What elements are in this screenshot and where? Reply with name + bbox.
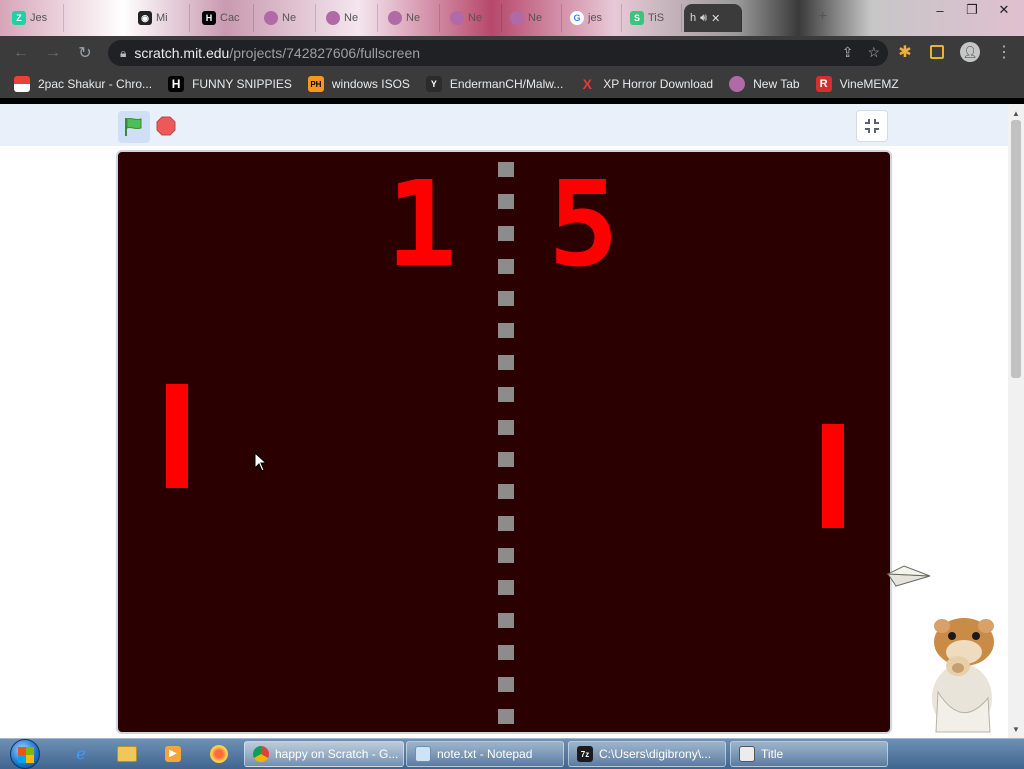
bookmark-vinememz[interactable]: R VineMEMZ [815,76,899,92]
tab-2[interactable]: ◉ Mi [132,4,190,32]
task-notepad[interactable]: note.txt - Notepad [406,741,564,767]
tab-4[interactable]: Ne [258,4,316,32]
tab-6[interactable]: Ne [382,4,440,32]
scroll-down-icon[interactable]: ▼ [1008,722,1024,736]
tab-9[interactable]: G jes [564,4,622,32]
paper-airplane-icon [886,565,931,587]
youtube-icon: Y [425,76,442,92]
close-tab-icon[interactable]: ✕ [711,12,720,25]
window-icon [739,746,755,762]
start-button[interactable] [8,739,42,769]
tab-5[interactable]: Ne [320,4,378,32]
toolbar-right: ✱ 👤︎ ⋮ [896,42,1012,62]
bookmark-xp-horror[interactable]: X XP Horror Download [579,76,714,92]
bookmark-funny-snippies[interactable]: H FUNNY SNIPPIES [168,76,292,92]
planet-icon [510,11,524,25]
stamp-icon: S [630,11,644,25]
star-icon[interactable]: ☆ [867,44,880,61]
stop-button[interactable] [156,116,176,136]
back-arrow-icon[interactable]: ← [10,42,32,64]
score-right: 5 [548,155,620,293]
address-bar[interactable]: 🔒︎ scratch.mit.edu/projects/742827606/fu… [108,40,888,66]
new-tab-button[interactable]: + [818,8,827,26]
zap-icon: Z [12,11,26,25]
x-icon: X [582,76,592,92]
extensions-icon[interactable]: ✱ [896,43,914,61]
tab-7[interactable]: Ne [444,4,502,32]
task-chrome[interactable]: happy on Scratch - G... [244,741,404,767]
notepad-icon [415,746,431,762]
planet-icon [450,11,464,25]
browser-toolbar: ← → ↻ 🔒︎ scratch.mit.edu/projects/742827… [0,36,1024,70]
bookmark-new-tab[interactable]: New Tab [729,76,800,92]
center-net [498,162,514,732]
lock-icon: 🔒︎ [120,45,127,60]
tab-active[interactable]: h 🔊︎ ✕ [684,4,742,32]
chrome-icon [253,746,269,762]
github-icon: ◉ [138,11,152,25]
store-icon [14,76,30,92]
left-paddle [166,384,188,488]
side-panel-icon[interactable] [930,45,944,59]
bookmarks-bar: 2pac Shakur - Chro... H FUNNY SNIPPIES P… [0,70,1024,99]
bookmark-windows-isos[interactable]: PH windows ISOS [307,76,410,92]
planet-icon [326,11,340,25]
planet-icon [264,11,278,25]
file-explorer-icon[interactable] [112,742,142,766]
7zip-icon: 7z [577,746,593,762]
bookmark-2pac[interactable]: 2pac Shakur - Chro... [14,76,152,92]
windows-logo-icon [10,739,40,769]
tab-10[interactable]: S TiS [624,4,682,32]
ph-icon: PH [307,76,324,92]
game-stage[interactable]: 1 5 [116,150,892,734]
score-left: 1 [386,155,458,293]
paint-icon[interactable] [204,742,234,766]
tab-8[interactable]: Ne [504,4,562,32]
exit-fullscreen-button[interactable] [856,110,888,142]
h-icon: H [168,76,185,92]
menu-icon[interactable]: ⋮ [996,42,1012,62]
windows-taskbar: ℯ ▶ happy on Scratch - G... note.txt - N… [0,738,1024,769]
share-icon[interactable]: ⇪ [842,44,854,61]
mouse-cursor-icon [254,452,268,472]
green-flag-button[interactable] [118,111,150,143]
maximize-icon[interactable]: ❐ [956,0,988,20]
hamster-mascot-icon [932,618,994,733]
h-icon: H [202,11,216,25]
tab-3[interactable]: H Cac [196,4,254,32]
planet-icon [388,11,402,25]
address-actions: ⇪ ☆ [842,44,880,61]
page-scrollbar[interactable]: ▲ ▼ [1008,104,1024,738]
task-7zip[interactable]: 7z C:\Users\digibrony\... [568,741,726,767]
bookmark-endermanch[interactable]: Y EndermanCH/Malw... [425,76,563,92]
right-paddle [822,424,844,528]
scratch-fullscreen-page: 1 5 [0,104,1008,738]
scroll-up-icon[interactable]: ▲ [1008,106,1024,120]
tab-1[interactable]: Z Jes [6,4,64,32]
r-icon: R [815,76,832,92]
speaker-icon: 🔊︎ [700,11,708,24]
scroll-thumb[interactable] [1011,120,1021,378]
media-player-icon[interactable]: ▶ [158,742,188,766]
green-flag-icon [125,117,142,136]
internet-explorer-icon[interactable]: ℯ [66,742,96,766]
project-controls [0,104,1008,146]
task-title-window[interactable]: Title [730,741,888,767]
tab-strip: Z Jes ◉ Mi H Cac Ne Ne Ne Ne Ne G jes S … [0,0,1024,36]
planet-icon [729,76,746,92]
minimize-icon[interactable]: – [924,0,956,20]
window-controls: – ❐ ✕ [924,0,1020,20]
forward-arrow-icon[interactable]: → [42,42,64,64]
profile-icon[interactable]: 👤︎ [960,42,980,62]
google-icon: G [570,11,584,25]
shrink-icon [865,119,879,133]
close-window-icon[interactable]: ✕ [988,0,1020,20]
reload-icon[interactable]: ↻ [74,42,96,64]
